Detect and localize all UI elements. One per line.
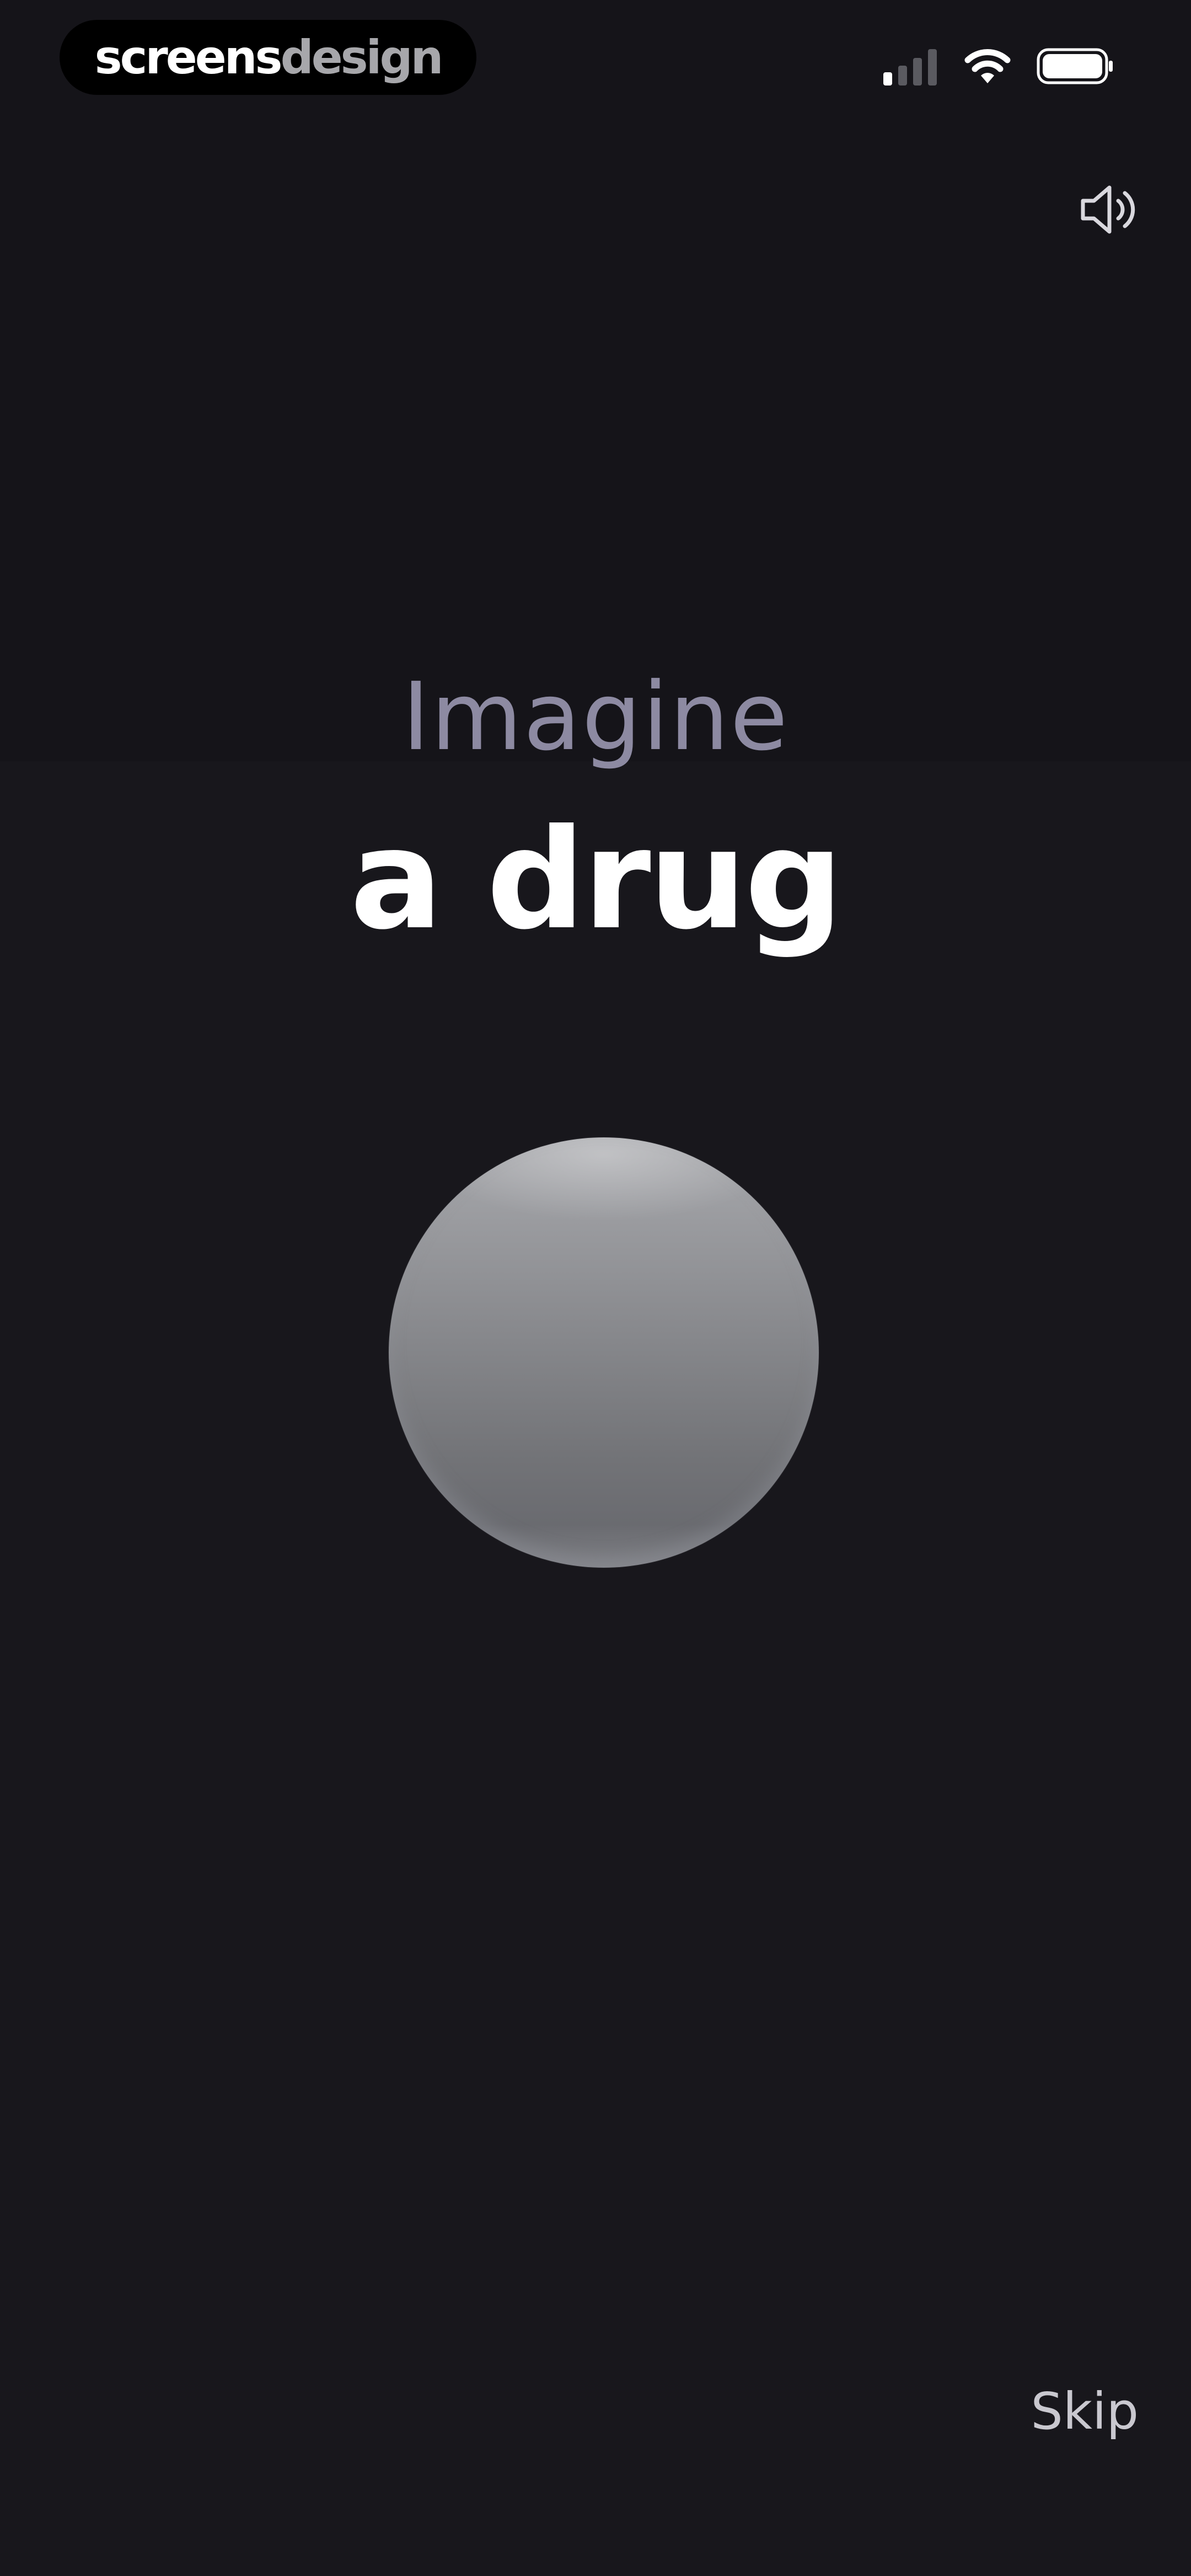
brand-logo-part-1: screens: [94, 30, 283, 84]
pill-sphere-illustration: [389, 1137, 819, 1568]
background-top: [0, 0, 1191, 761]
battery-icon: [1037, 48, 1113, 84]
sound-toggle-button[interactable]: [1075, 177, 1147, 243]
speaker-icon: [1081, 185, 1135, 234]
status-bar-icons: [883, 43, 1114, 89]
brand-watermark: screensdesign: [60, 20, 476, 95]
cellular-signal-icon: [883, 49, 937, 85]
wifi-icon: [964, 49, 1011, 83]
skip-button[interactable]: Skip: [1031, 2382, 1139, 2441]
brand-logo: screensdesign: [94, 30, 444, 84]
headline-text: a drug: [350, 799, 844, 960]
intro-text: Imagine: [402, 662, 789, 772]
brand-logo-part-2: design: [280, 30, 444, 84]
background-bottom: [0, 761, 1191, 2576]
